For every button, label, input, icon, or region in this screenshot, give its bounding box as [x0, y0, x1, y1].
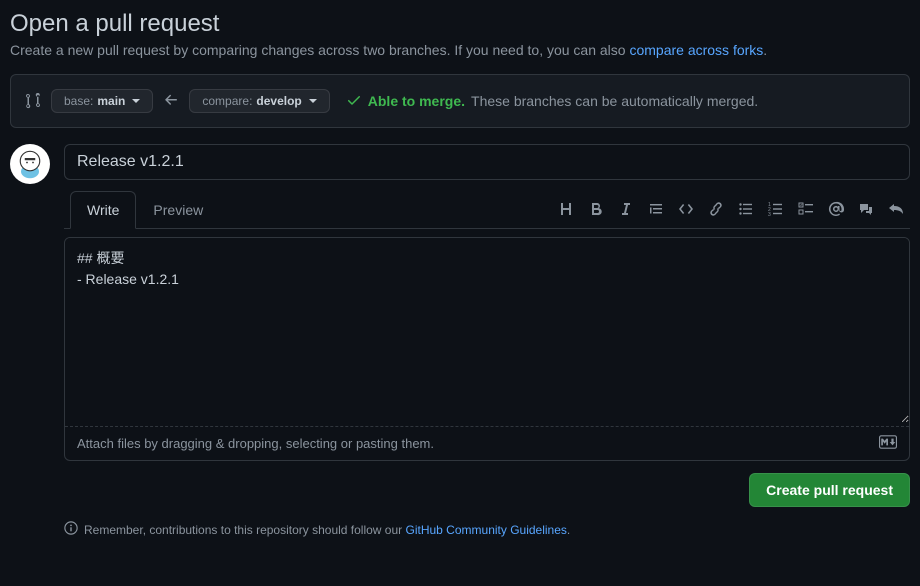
- compare-forks-link[interactable]: compare across forks: [629, 42, 763, 58]
- caret-icon: [132, 99, 140, 103]
- guidelines-note: Remember, contributions to this reposito…: [64, 521, 910, 538]
- subtitle-suffix: .: [763, 42, 767, 58]
- range-editor: base: main compare: develop Able to merg…: [10, 74, 910, 128]
- guidelines-suffix: .: [567, 523, 570, 537]
- subtitle-text: Create a new pull request by comparing c…: [10, 42, 629, 58]
- tab-write[interactable]: Write: [70, 191, 136, 229]
- caret-icon: [309, 99, 317, 103]
- reply-icon[interactable]: [888, 201, 904, 217]
- svg-text:3: 3: [768, 212, 771, 217]
- compare-label: compare:: [202, 94, 252, 108]
- compare-branch-select[interactable]: compare: develop: [189, 89, 329, 113]
- page-subtitle: Create a new pull request by comparing c…: [10, 42, 910, 58]
- base-label: base:: [64, 94, 93, 108]
- quote-icon[interactable]: [648, 201, 664, 217]
- italic-icon[interactable]: [618, 201, 634, 217]
- base-branch-select[interactable]: base: main: [51, 89, 153, 113]
- ordered-list-icon[interactable]: 123: [768, 201, 784, 217]
- guidelines-link[interactable]: GitHub Community Guidelines: [406, 523, 567, 537]
- page-title: Open a pull request: [10, 10, 910, 38]
- attach-hint[interactable]: Attach files by dragging & dropping, sel…: [77, 436, 434, 451]
- task-list-icon[interactable]: [798, 201, 814, 217]
- arrow-left-icon: [163, 92, 179, 111]
- markdown-icon[interactable]: [879, 435, 897, 452]
- mention-icon[interactable]: [828, 201, 844, 217]
- comment-form: Write Preview 123: [64, 144, 910, 507]
- git-compare-icon: [25, 93, 41, 109]
- guidelines-prefix: Remember, contributions to this reposito…: [84, 523, 406, 537]
- unordered-list-icon[interactable]: [738, 201, 754, 217]
- check-icon: [346, 92, 362, 111]
- pr-body-textarea[interactable]: [65, 238, 909, 423]
- code-icon[interactable]: [678, 201, 694, 217]
- pr-title-input[interactable]: [64, 144, 910, 180]
- cross-reference-icon[interactable]: [858, 201, 874, 217]
- link-icon[interactable]: [708, 201, 724, 217]
- bold-icon[interactable]: [588, 201, 604, 217]
- avatar[interactable]: [10, 144, 50, 184]
- merge-info-text: These branches can be automatically merg…: [471, 93, 758, 109]
- base-value: main: [97, 94, 125, 108]
- tab-preview[interactable]: Preview: [136, 191, 220, 229]
- info-icon: [64, 521, 78, 538]
- compare-value: develop: [256, 94, 301, 108]
- heading-icon[interactable]: [558, 201, 574, 217]
- merge-ok-text: Able to merge.: [368, 93, 465, 109]
- markdown-toolbar: 123: [558, 201, 904, 217]
- merge-status: Able to merge. These branches can be aut…: [346, 92, 758, 111]
- create-pr-button[interactable]: Create pull request: [749, 473, 910, 507]
